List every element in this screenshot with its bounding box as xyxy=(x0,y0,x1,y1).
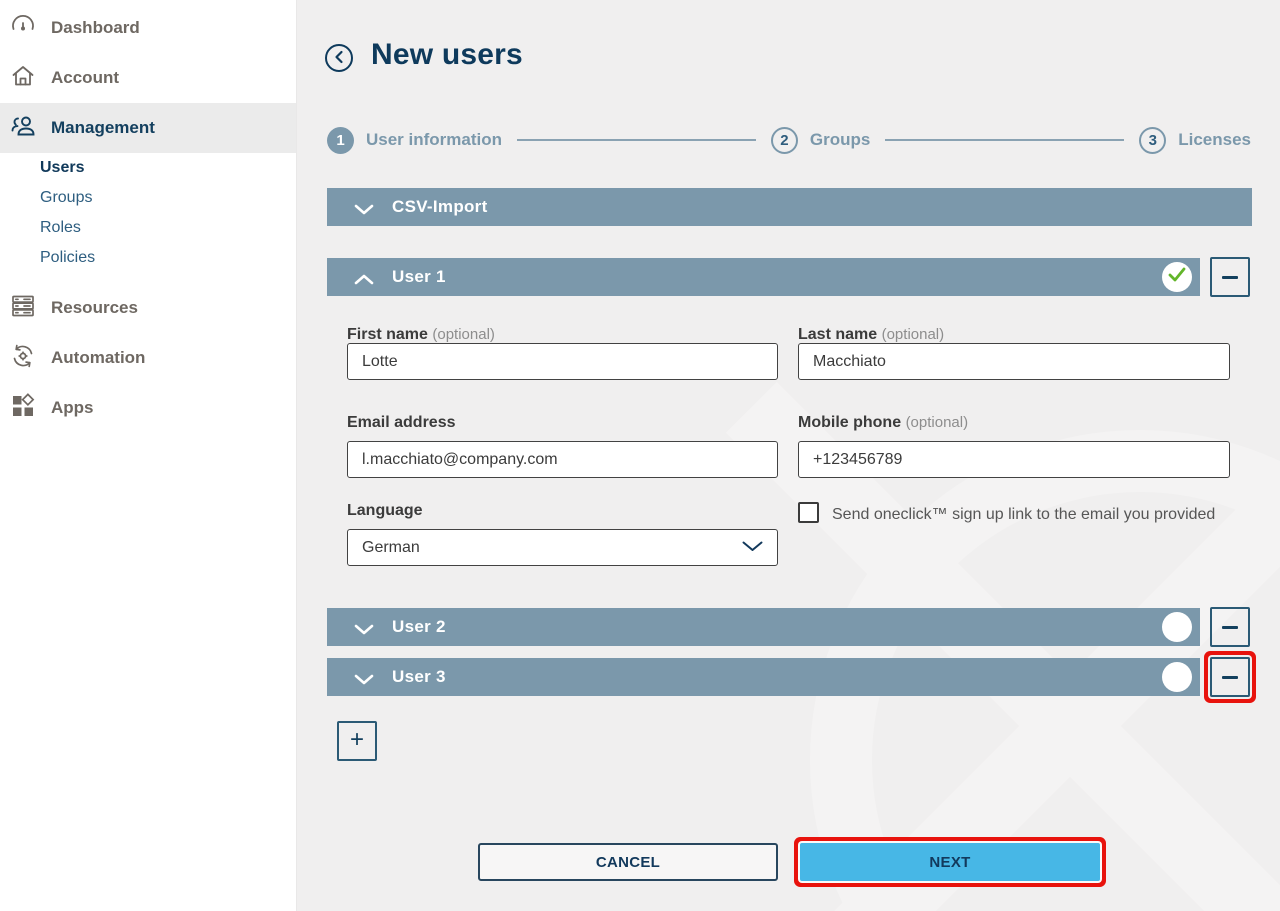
stepper-connector xyxy=(517,139,756,141)
sidebar-item-label: Apps xyxy=(51,398,94,418)
main-content: New users 1 User information 2 Groups 3 … xyxy=(297,0,1280,911)
subitem-label: Users xyxy=(40,159,84,177)
sidebar-item-dashboard[interactable]: Dashboard xyxy=(0,3,296,53)
section-title: CSV-Import xyxy=(392,197,488,217)
sidebar-item-automation[interactable]: Automation xyxy=(0,333,296,383)
sidebar-item-label: Management xyxy=(51,118,155,138)
user-3-selected-toggle[interactable] xyxy=(1162,662,1192,692)
section-title: User 1 xyxy=(392,267,446,287)
send-signup-link-label: Send oneclick™ sign up link to the email… xyxy=(832,506,1215,524)
chevron-down-icon xyxy=(354,202,374,220)
language-label: Language xyxy=(347,502,423,520)
wizard-stepper: 1 User information 2 Groups 3 Licenses xyxy=(327,126,1251,154)
page-title: New users xyxy=(371,38,523,72)
apps-icon xyxy=(10,393,36,424)
sidebar-item-apps[interactable]: Apps xyxy=(0,383,296,433)
sidebar-item-resources[interactable]: Resources xyxy=(0,283,296,333)
language-selected-value: German xyxy=(362,539,420,557)
step-2-circle: 2 xyxy=(771,127,798,154)
sidebar-item-account[interactable]: Account xyxy=(0,53,296,103)
users-icon xyxy=(10,113,36,144)
section-user-3[interactable]: User 3 xyxy=(327,658,1200,696)
sidebar: Dashboard Account Management Users xyxy=(0,0,297,911)
servers-icon xyxy=(10,293,36,324)
sidebar-subitem-policies[interactable]: Policies xyxy=(40,243,296,273)
optional-hint: (optional) xyxy=(882,326,945,343)
remove-user-3-button[interactable] xyxy=(1210,657,1250,697)
chevron-down-icon xyxy=(742,539,763,557)
plus-icon: + xyxy=(350,728,364,752)
sidebar-item-management[interactable]: Management xyxy=(0,103,296,153)
section-title: User 2 xyxy=(392,617,446,637)
minus-icon xyxy=(1222,276,1238,279)
check-icon xyxy=(1167,266,1187,289)
language-select[interactable]: German xyxy=(347,529,778,566)
last-name-input[interactable] xyxy=(798,343,1230,380)
section-user-2[interactable]: User 2 xyxy=(327,608,1200,646)
remove-user-1-button[interactable] xyxy=(1210,257,1250,297)
section-csv-import[interactable]: CSV-Import xyxy=(327,188,1252,226)
user-2-selected-toggle[interactable] xyxy=(1162,612,1192,642)
email-label: Email address xyxy=(347,414,456,432)
first-name-input[interactable] xyxy=(347,343,778,380)
optional-hint: (optional) xyxy=(432,326,495,343)
step-2-label: Groups xyxy=(810,130,870,150)
subitem-label: Groups xyxy=(40,189,92,207)
first-name-label: First name (optional) xyxy=(347,326,495,344)
sidebar-subitem-groups[interactable]: Groups xyxy=(40,183,296,213)
minus-icon xyxy=(1222,676,1238,679)
step-1-label: User information xyxy=(366,130,502,150)
chevron-up-icon xyxy=(354,272,374,290)
management-submenu: Users Groups Roles Policies xyxy=(0,153,296,273)
sidebar-subitem-users[interactable]: Users xyxy=(40,153,296,183)
automation-icon xyxy=(10,343,36,374)
sidebar-item-label: Automation xyxy=(51,348,145,368)
send-signup-link-checkbox[interactable] xyxy=(798,502,819,523)
subitem-label: Roles xyxy=(40,219,81,237)
step-1-circle: 1 xyxy=(327,127,354,154)
chevron-down-icon xyxy=(354,622,374,640)
last-name-label: Last name (optional) xyxy=(798,326,944,344)
optional-hint: (optional) xyxy=(906,414,969,431)
dashboard-icon xyxy=(10,13,36,44)
sidebar-item-label: Account xyxy=(51,68,119,88)
stepper-connector xyxy=(885,139,1124,141)
section-title: User 3 xyxy=(392,667,446,687)
remove-user-2-button[interactable] xyxy=(1210,607,1250,647)
user-1-selected-toggle[interactable] xyxy=(1162,262,1192,292)
subitem-label: Policies xyxy=(40,249,95,267)
sidebar-subitem-roles[interactable]: Roles xyxy=(40,213,296,243)
add-user-button[interactable]: + xyxy=(337,721,377,761)
email-input[interactable] xyxy=(347,441,778,478)
sidebar-item-label: Resources xyxy=(51,298,138,318)
chevron-down-icon xyxy=(354,672,374,690)
mobile-phone-input[interactable] xyxy=(798,441,1230,478)
cancel-button[interactable]: CANCEL xyxy=(478,843,778,881)
section-user-1[interactable]: User 1 xyxy=(327,258,1200,296)
sidebar-item-label: Dashboard xyxy=(51,18,140,38)
step-3-label: Licenses xyxy=(1178,130,1251,150)
minus-icon xyxy=(1222,626,1238,629)
step-3-circle: 3 xyxy=(1139,127,1166,154)
next-button[interactable]: NEXT xyxy=(800,843,1100,881)
back-icon xyxy=(333,50,345,67)
mobile-phone-label: Mobile phone (optional) xyxy=(798,414,968,432)
home-icon xyxy=(10,63,36,94)
back-button[interactable] xyxy=(325,44,353,72)
